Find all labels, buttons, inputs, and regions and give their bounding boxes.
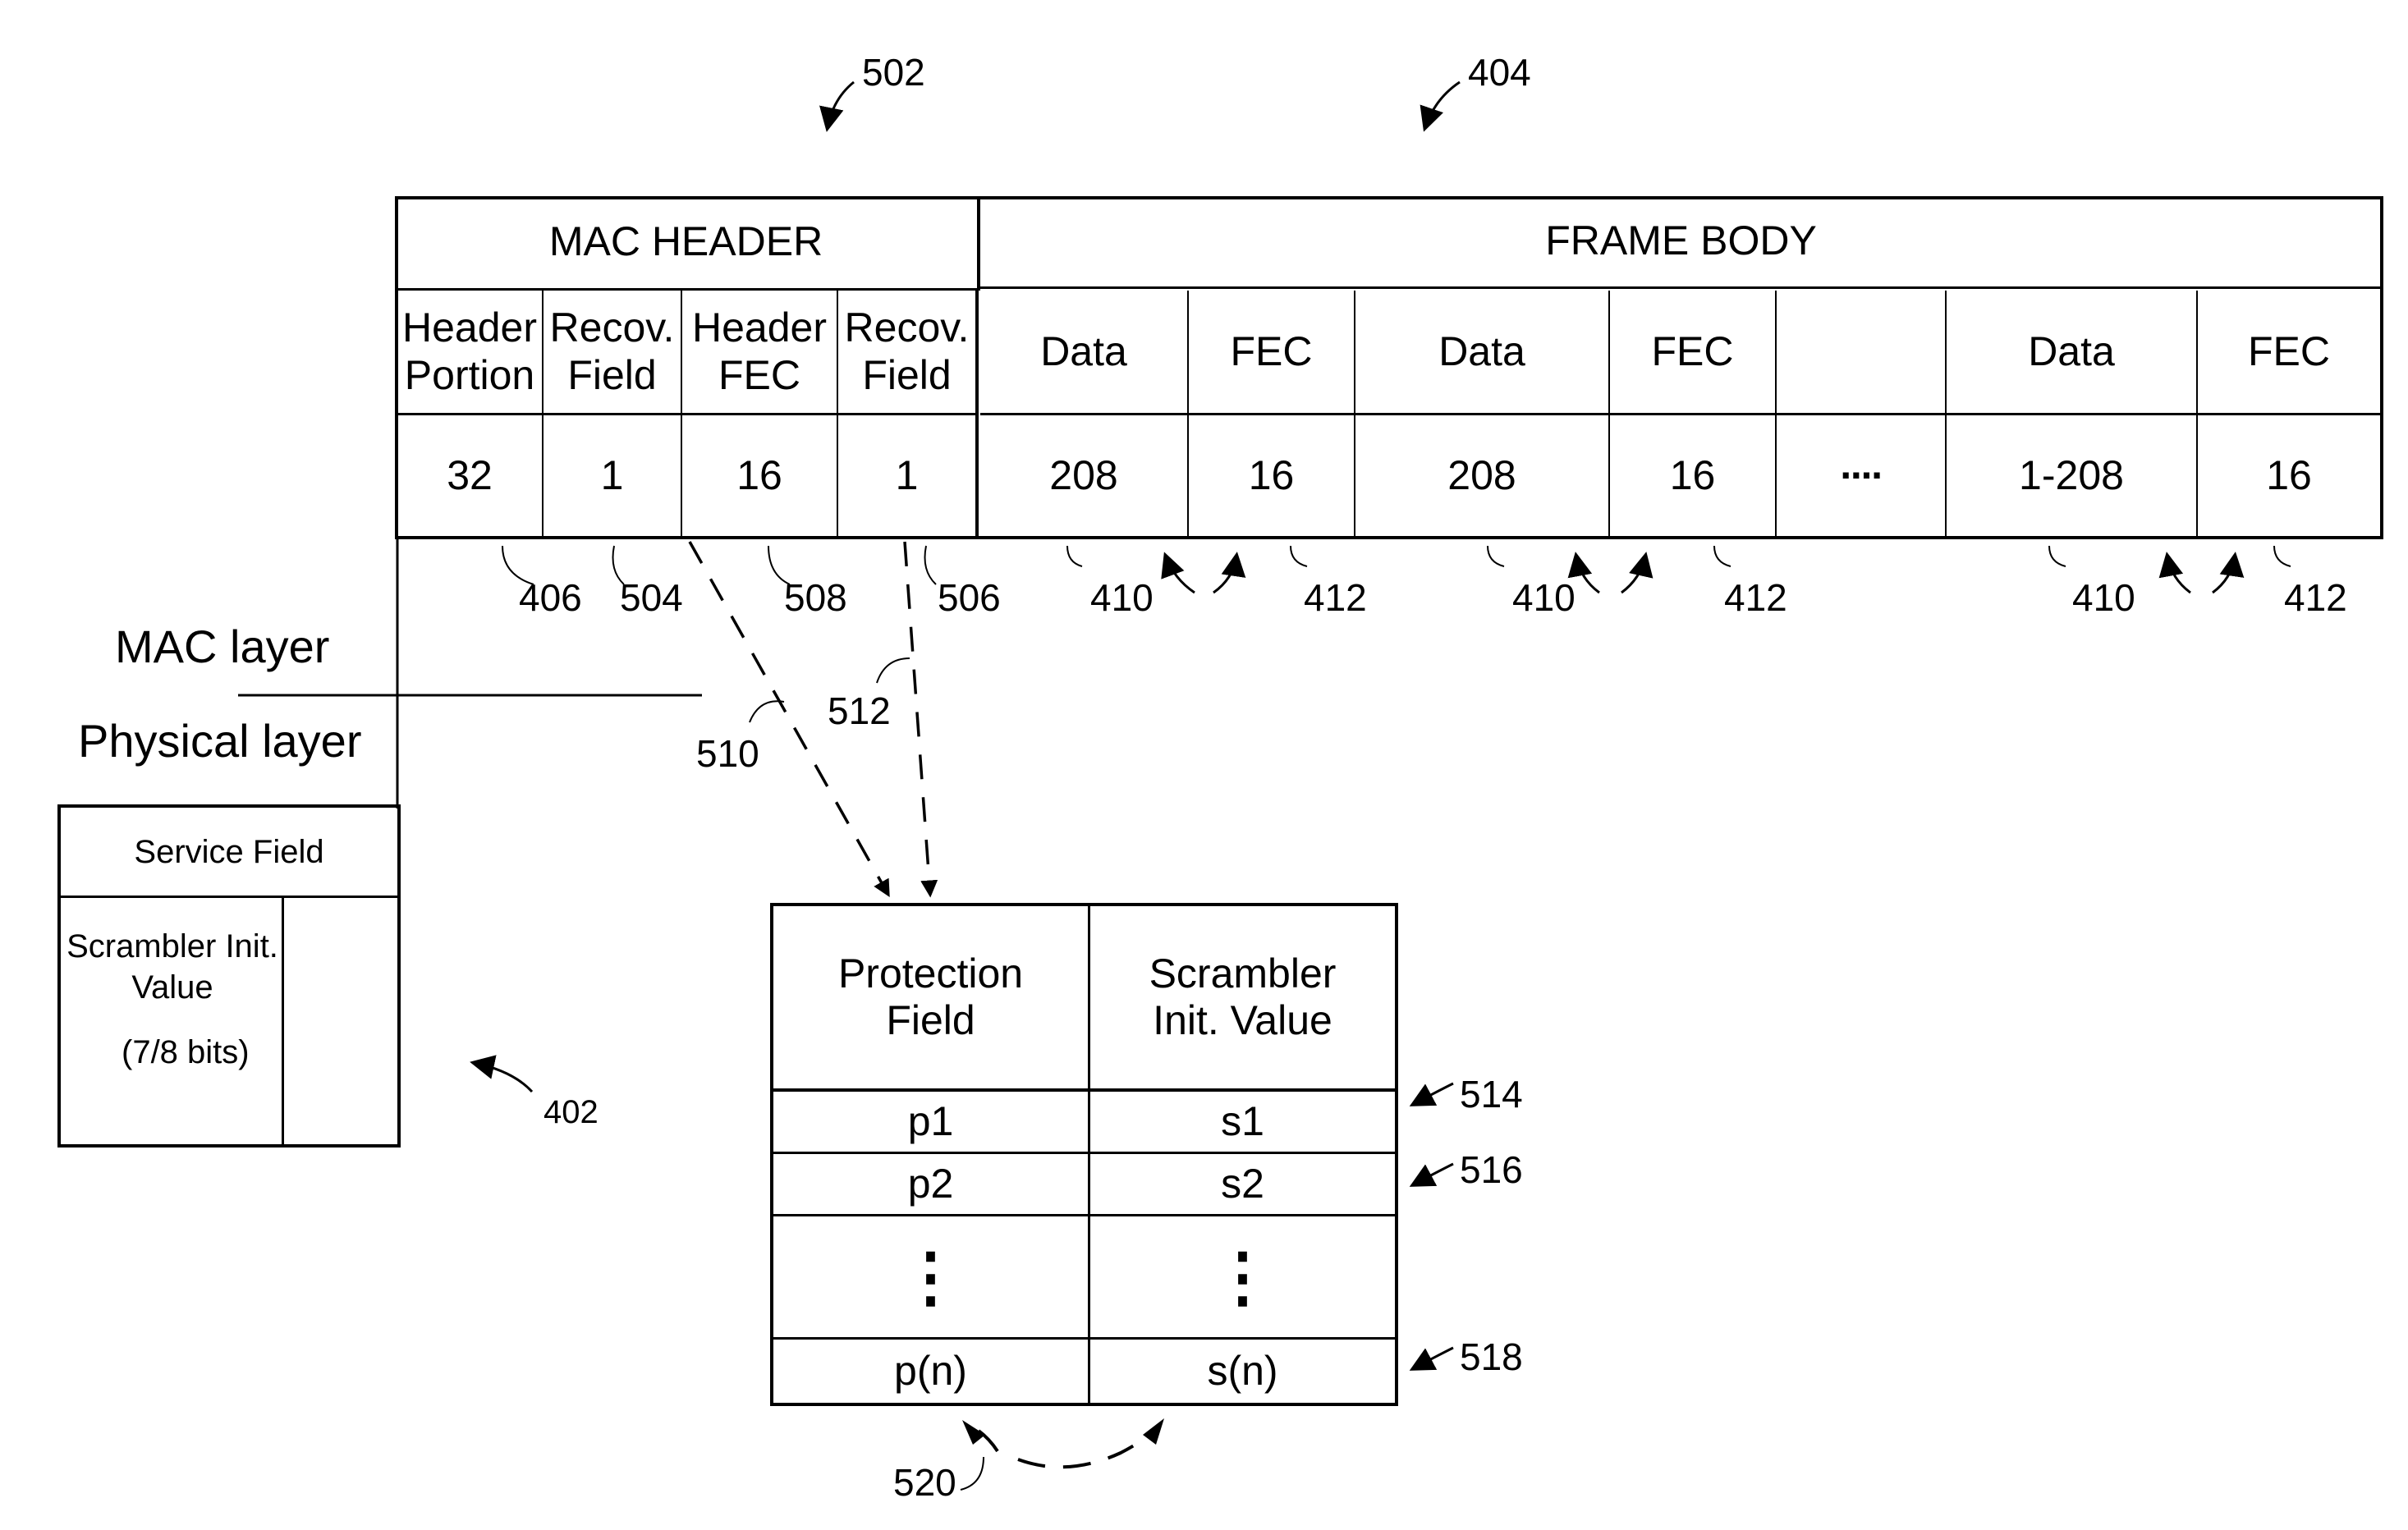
frame-field-bits: 16 [1189, 415, 1355, 536]
frame-field-label: FEC [1189, 291, 1355, 415]
ref-label-412: 412 [1724, 576, 1787, 619]
frame-field-label: Data [1355, 291, 1610, 415]
ref-label-410: 410 [1512, 576, 1576, 619]
scrambler-init-label: Scrambler Init. Value [67, 928, 278, 1005]
ref-402-leader [470, 1055, 534, 1093]
frame-field-bits: 1-208 [1947, 415, 2198, 536]
physical-layer-label: Physical layer [78, 715, 362, 767]
ref-404-leader [1420, 80, 1461, 132]
ref-520-leader [960, 1456, 984, 1491]
mac-field-label: Recov. Field [838, 291, 979, 415]
ref-label-516: 516 [1460, 1148, 1523, 1191]
mapping-header-protection: Protection Field [773, 906, 1090, 1092]
ref-label-510: 510 [696, 732, 759, 775]
mapping-row-1-protection: p1 [773, 1092, 1090, 1154]
ref-label-502: 502 [862, 51, 925, 94]
ref-label-410: 410 [1090, 576, 1154, 619]
ref-506-leader [924, 545, 937, 585]
frame-field-label: FEC [1610, 291, 1777, 415]
ref-label-406: 406 [519, 576, 582, 619]
ref-label-508: 508 [784, 576, 847, 619]
ref-514-arrow [1409, 1082, 1454, 1106]
mapping-row-2-scrambler: s2 [1090, 1154, 1395, 1216]
scrambler-init-bits: (7/8 bits) [122, 1034, 250, 1070]
frame-field-bits: 16 [1610, 415, 1777, 536]
mac-field-label: Header FEC [682, 291, 838, 415]
mac-field-bits: 1 [544, 415, 682, 536]
frame-field-bits: 208 [1355, 415, 1610, 536]
ref-label-412: 412 [2284, 576, 2347, 619]
recov-field-arrow-512 [903, 541, 938, 898]
mapping-row-ellipsis-scrambler: ⋮ [1090, 1216, 1395, 1340]
ref-label-402: 402 [544, 1094, 599, 1130]
ref-label-504: 504 [620, 576, 683, 619]
mac-layer-label: MAC layer [115, 621, 330, 672]
service-field-title: Service Field [61, 808, 397, 898]
frame-field-label: Data [1947, 291, 2198, 415]
mapping-row-1-scrambler: s1 [1090, 1092, 1395, 1154]
mapping-row-ellipsis-protection: ⋮ [773, 1216, 1090, 1340]
ref-label-506: 506 [938, 576, 1001, 619]
ref-516-arrow [1409, 1162, 1454, 1187]
frame-body-title: FRAME BODY [979, 196, 2383, 289]
mac-field-bits: 1 [838, 415, 979, 536]
ref-label-520: 520 [893, 1461, 956, 1504]
mapping-arrowhead-right [1143, 1418, 1164, 1445]
mac-field-label: Header Portion [397, 291, 544, 415]
frame-field-bits: 208 [980, 415, 1189, 536]
frame-field-label: FEC [2198, 291, 2380, 415]
ref-label-518: 518 [1460, 1335, 1523, 1378]
ref-label-412: 412 [1304, 576, 1367, 619]
mapping-arrow-520 [966, 1422, 1161, 1469]
mac-field-bits: 32 [397, 415, 544, 536]
frame-field-bits: 16 [2266, 451, 2312, 498]
frame-field-label: Data [980, 291, 1189, 415]
mapping-row-2-protection: p2 [773, 1154, 1090, 1216]
mapping-row-n-protection: p(n) [773, 1340, 1090, 1403]
mac-header-title: MAC HEADER [395, 196, 980, 291]
ref-502-leader [819, 80, 855, 132]
mapping-header-scrambler: Scrambler Init. Value [1090, 906, 1395, 1092]
frame-field-bits-ellipsis: ···· [1777, 415, 1947, 536]
ref-label-404: 404 [1468, 51, 1531, 94]
mapping-row-n-scrambler: s(n) [1207, 1347, 1278, 1394]
mac-field-label: Recov. Field [544, 291, 682, 415]
ref-label-514: 514 [1460, 1073, 1523, 1115]
frame-field-label [1777, 291, 1947, 415]
ref-518-arrow [1409, 1346, 1454, 1371]
mac-field-bits: 16 [682, 415, 838, 536]
ref-510-leader [749, 700, 785, 723]
ref-512-leader [876, 657, 910, 684]
ref-label-410: 410 [2072, 576, 2135, 619]
ref-label-512: 512 [828, 689, 891, 732]
